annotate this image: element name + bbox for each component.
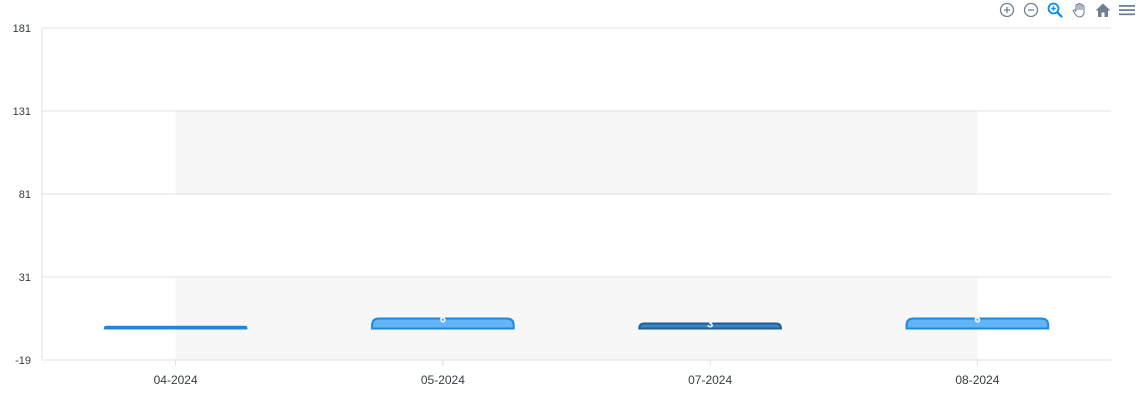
x-tick-label: 05-2024	[421, 373, 465, 387]
row-band	[175, 277, 978, 360]
bar-04-2024[interactable]	[103, 325, 248, 330]
data-label-07-2024: 3	[707, 318, 713, 330]
y-tick-label: 81	[19, 189, 31, 201]
y-axis: 181 131 81 31 -19	[13, 23, 43, 367]
y-tick-label: -19	[15, 355, 31, 367]
alternating-row-bands	[175, 111, 978, 360]
pan-icon	[1072, 2, 1085, 18]
selection-zoom-icon	[1047, 2, 1063, 18]
reset-home-button[interactable]	[1093, 0, 1113, 20]
x-tick-label: 04-2024	[154, 373, 198, 387]
y-tick-label: 31	[19, 272, 31, 284]
y-tick-label: 131	[13, 106, 31, 118]
data-label-05-2024: 6	[440, 314, 446, 326]
bar-chart: 181 131 81 31 -19 04-2024 05-2024 07-2024 08-20…	[13, 23, 1111, 387]
zoom-out-button[interactable]	[1021, 0, 1041, 20]
x-axis: 04-2024 05-2024 07-2024 08-2024	[42, 359, 1111, 387]
selection-zoom-button[interactable]	[1045, 0, 1065, 20]
menu-button[interactable]	[1117, 0, 1137, 20]
row-band	[175, 111, 978, 194]
zoom-in-icon	[999, 2, 1015, 18]
reset-home-icon	[1095, 3, 1111, 17]
menu-icon	[1119, 5, 1135, 16]
zoom-out-icon	[1023, 2, 1039, 18]
pan-button[interactable]	[1069, 0, 1089, 20]
x-tick-label: 08-2024	[955, 373, 999, 387]
zoom-in-button[interactable]	[997, 0, 1017, 20]
data-label-08-2024: 6	[974, 314, 980, 326]
chart-toolbar	[997, 0, 1137, 20]
x-tick-label: 07-2024	[688, 373, 732, 387]
y-tick-label: 181	[13, 23, 31, 35]
